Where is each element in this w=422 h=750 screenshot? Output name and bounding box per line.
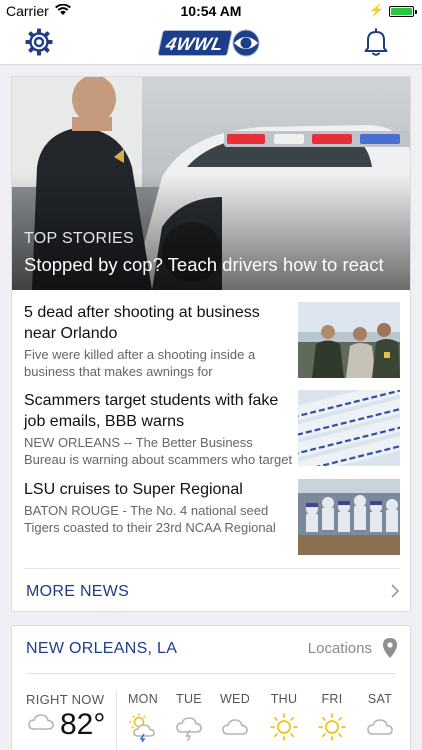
cloud-icon [220, 712, 250, 747]
forecast-day-mon[interactable]: MON [120, 692, 166, 747]
more-news-label: MORE NEWS [26, 583, 130, 600]
story-item-2[interactable]: Scammers target students with fake job e… [24, 390, 400, 474]
forecast-day-fri[interactable]: FRI [309, 692, 355, 747]
battery-icon [389, 6, 417, 17]
map-pin-icon[interactable] [382, 637, 398, 664]
gear-icon[interactable] [24, 27, 54, 62]
clock: 10:54 AM [180, 3, 242, 19]
weather-divider [26, 673, 396, 674]
story-thumbnail [298, 302, 400, 378]
forecast-day-label: TUE [176, 692, 202, 706]
chevron-right-icon [390, 583, 400, 604]
weather-separator [116, 690, 117, 750]
story-title: Scammers target students with fake job e… [24, 392, 279, 430]
forecast-day-thu[interactable]: THU [261, 692, 307, 747]
story-summary: BATON ROUGE - The No. 4 national seed Ti… [24, 503, 276, 535]
top-story-kicker: TOP STORIES [24, 230, 135, 247]
cloud-icon [28, 713, 54, 736]
thunderstorm-sun-icon [128, 712, 158, 747]
locations-button[interactable]: Locations [308, 640, 372, 657]
story-summary: Five were killed after a shooting inside… [24, 347, 256, 379]
wwl-logo-text: 4WWL [157, 30, 233, 56]
story-title: LSU cruises to Super Regional [24, 481, 243, 498]
status-bar: Carrier 10:54 AM ⚡ [0, 0, 422, 22]
forecast-day-label: MON [127, 692, 159, 706]
right-now-label: RIGHT NOW [26, 692, 105, 707]
sun-icon [269, 712, 299, 747]
top-story-headline: Stopped by cop? Teach drivers how to rea… [24, 254, 384, 275]
story-item-3[interactable]: LSU cruises to Super Regional BATON ROUG… [24, 479, 400, 563]
forecast-day-label: FRI [321, 692, 343, 706]
sun-icon [317, 712, 347, 747]
current-temperature: 82° [60, 708, 106, 741]
forecast-day-sat[interactable]: SAT [357, 692, 403, 747]
story-thumbnail [298, 390, 400, 466]
bell-icon[interactable] [363, 27, 389, 62]
forecast-day-wed[interactable]: WED [212, 692, 258, 747]
charging-icon: ⚡ [369, 3, 384, 17]
wwl-cbs-logo: 4WWL [157, 28, 260, 58]
forecast-day-label: THU [270, 692, 298, 706]
weather-card: NEW ORLEANS, LA Locations RIGHT NOW 82° … [11, 625, 411, 750]
story-summary: NEW ORLEANS -- The Better Business Burea… [24, 435, 293, 467]
story-thumbnail [298, 479, 400, 555]
forecast-day-tue[interactable]: TUE [166, 692, 212, 747]
story-title: 5 dead after shooting at business near O… [24, 304, 260, 342]
news-card: TOP STORIES Stopped by cop? Teach driver… [11, 76, 411, 612]
more-news-button[interactable]: MORE NEWS [24, 568, 400, 611]
thunderstorm-icon [174, 712, 204, 747]
cloud-icon [365, 712, 395, 747]
story-item-1[interactable]: 5 dead after shooting at business near O… [24, 302, 400, 386]
forecast-day-label: SAT [367, 692, 393, 706]
forecast-day-label: WED [219, 692, 251, 706]
top-story-hero[interactable]: TOP STORIES Stopped by cop? Teach driver… [12, 77, 410, 290]
top-nav-bar: 4WWL [0, 22, 422, 65]
cbs-eye-logo [232, 29, 260, 62]
weather-city[interactable]: NEW ORLEANS, LA [26, 640, 177, 658]
